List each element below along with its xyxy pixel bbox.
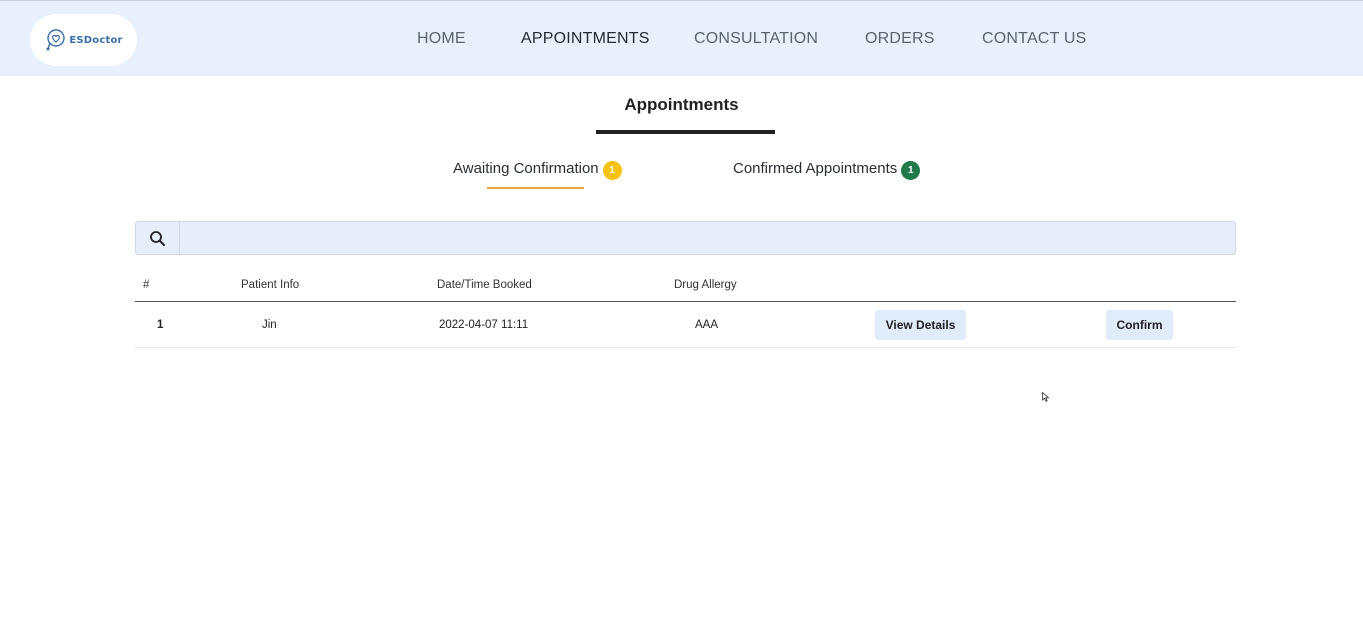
count-badge: 1 [602, 161, 622, 180]
search-icon [150, 230, 165, 246]
confirm-button[interactable]: Confirm [1106, 310, 1173, 340]
column-header-date-booked: Date/Time Booked [437, 279, 532, 291]
view-details-button[interactable]: View Details [875, 310, 966, 340]
tab-confirmed-appointments[interactable]: Confirmed Appointments 1 [733, 159, 921, 180]
mouse-cursor-icon [1042, 392, 1050, 402]
nav-home[interactable]: HOME [417, 30, 466, 48]
search-input[interactable] [181, 222, 1235, 254]
title-underline [596, 130, 775, 134]
booked-datetime: 2022-04-07 11:11 [439, 319, 529, 331]
nav-consultation[interactable]: CONSULTATION [694, 30, 818, 48]
row-divider [135, 347, 1236, 348]
search-button[interactable] [136, 222, 180, 254]
column-header-index: # [143, 279, 150, 291]
nav-orders[interactable]: ORDERS [865, 30, 935, 48]
search-bar [135, 221, 1236, 255]
tab-label: Confirmed Appointments [733, 160, 898, 177]
active-tab-indicator [487, 187, 584, 189]
main-nav: HOME APPOINTMENTS CONSULTATION ORDERS CO… [0, 1, 1363, 77]
header-divider [135, 301, 1236, 302]
drug-allergy: AAA [695, 319, 719, 331]
nav-appointments[interactable]: APPOINTMENTS [521, 30, 650, 48]
column-header-patient-info: Patient Info [241, 279, 300, 291]
row-index: 1 [157, 319, 164, 331]
patient-name: Jin [262, 319, 277, 331]
top-navbar: ESDoctor HOME APPOINTMENTS CONSULTATION … [0, 0, 1363, 76]
tab-awaiting-confirmation[interactable]: Awaiting Confirmation 1 [453, 159, 622, 180]
nav-contact-us[interactable]: CONTACT US [982, 30, 1087, 48]
count-badge: 1 [901, 161, 921, 180]
column-header-drug-allergy: Drug Allergy [674, 279, 737, 291]
page-title: Appointments [624, 95, 739, 114]
tab-label: Awaiting Confirmation [453, 160, 599, 177]
